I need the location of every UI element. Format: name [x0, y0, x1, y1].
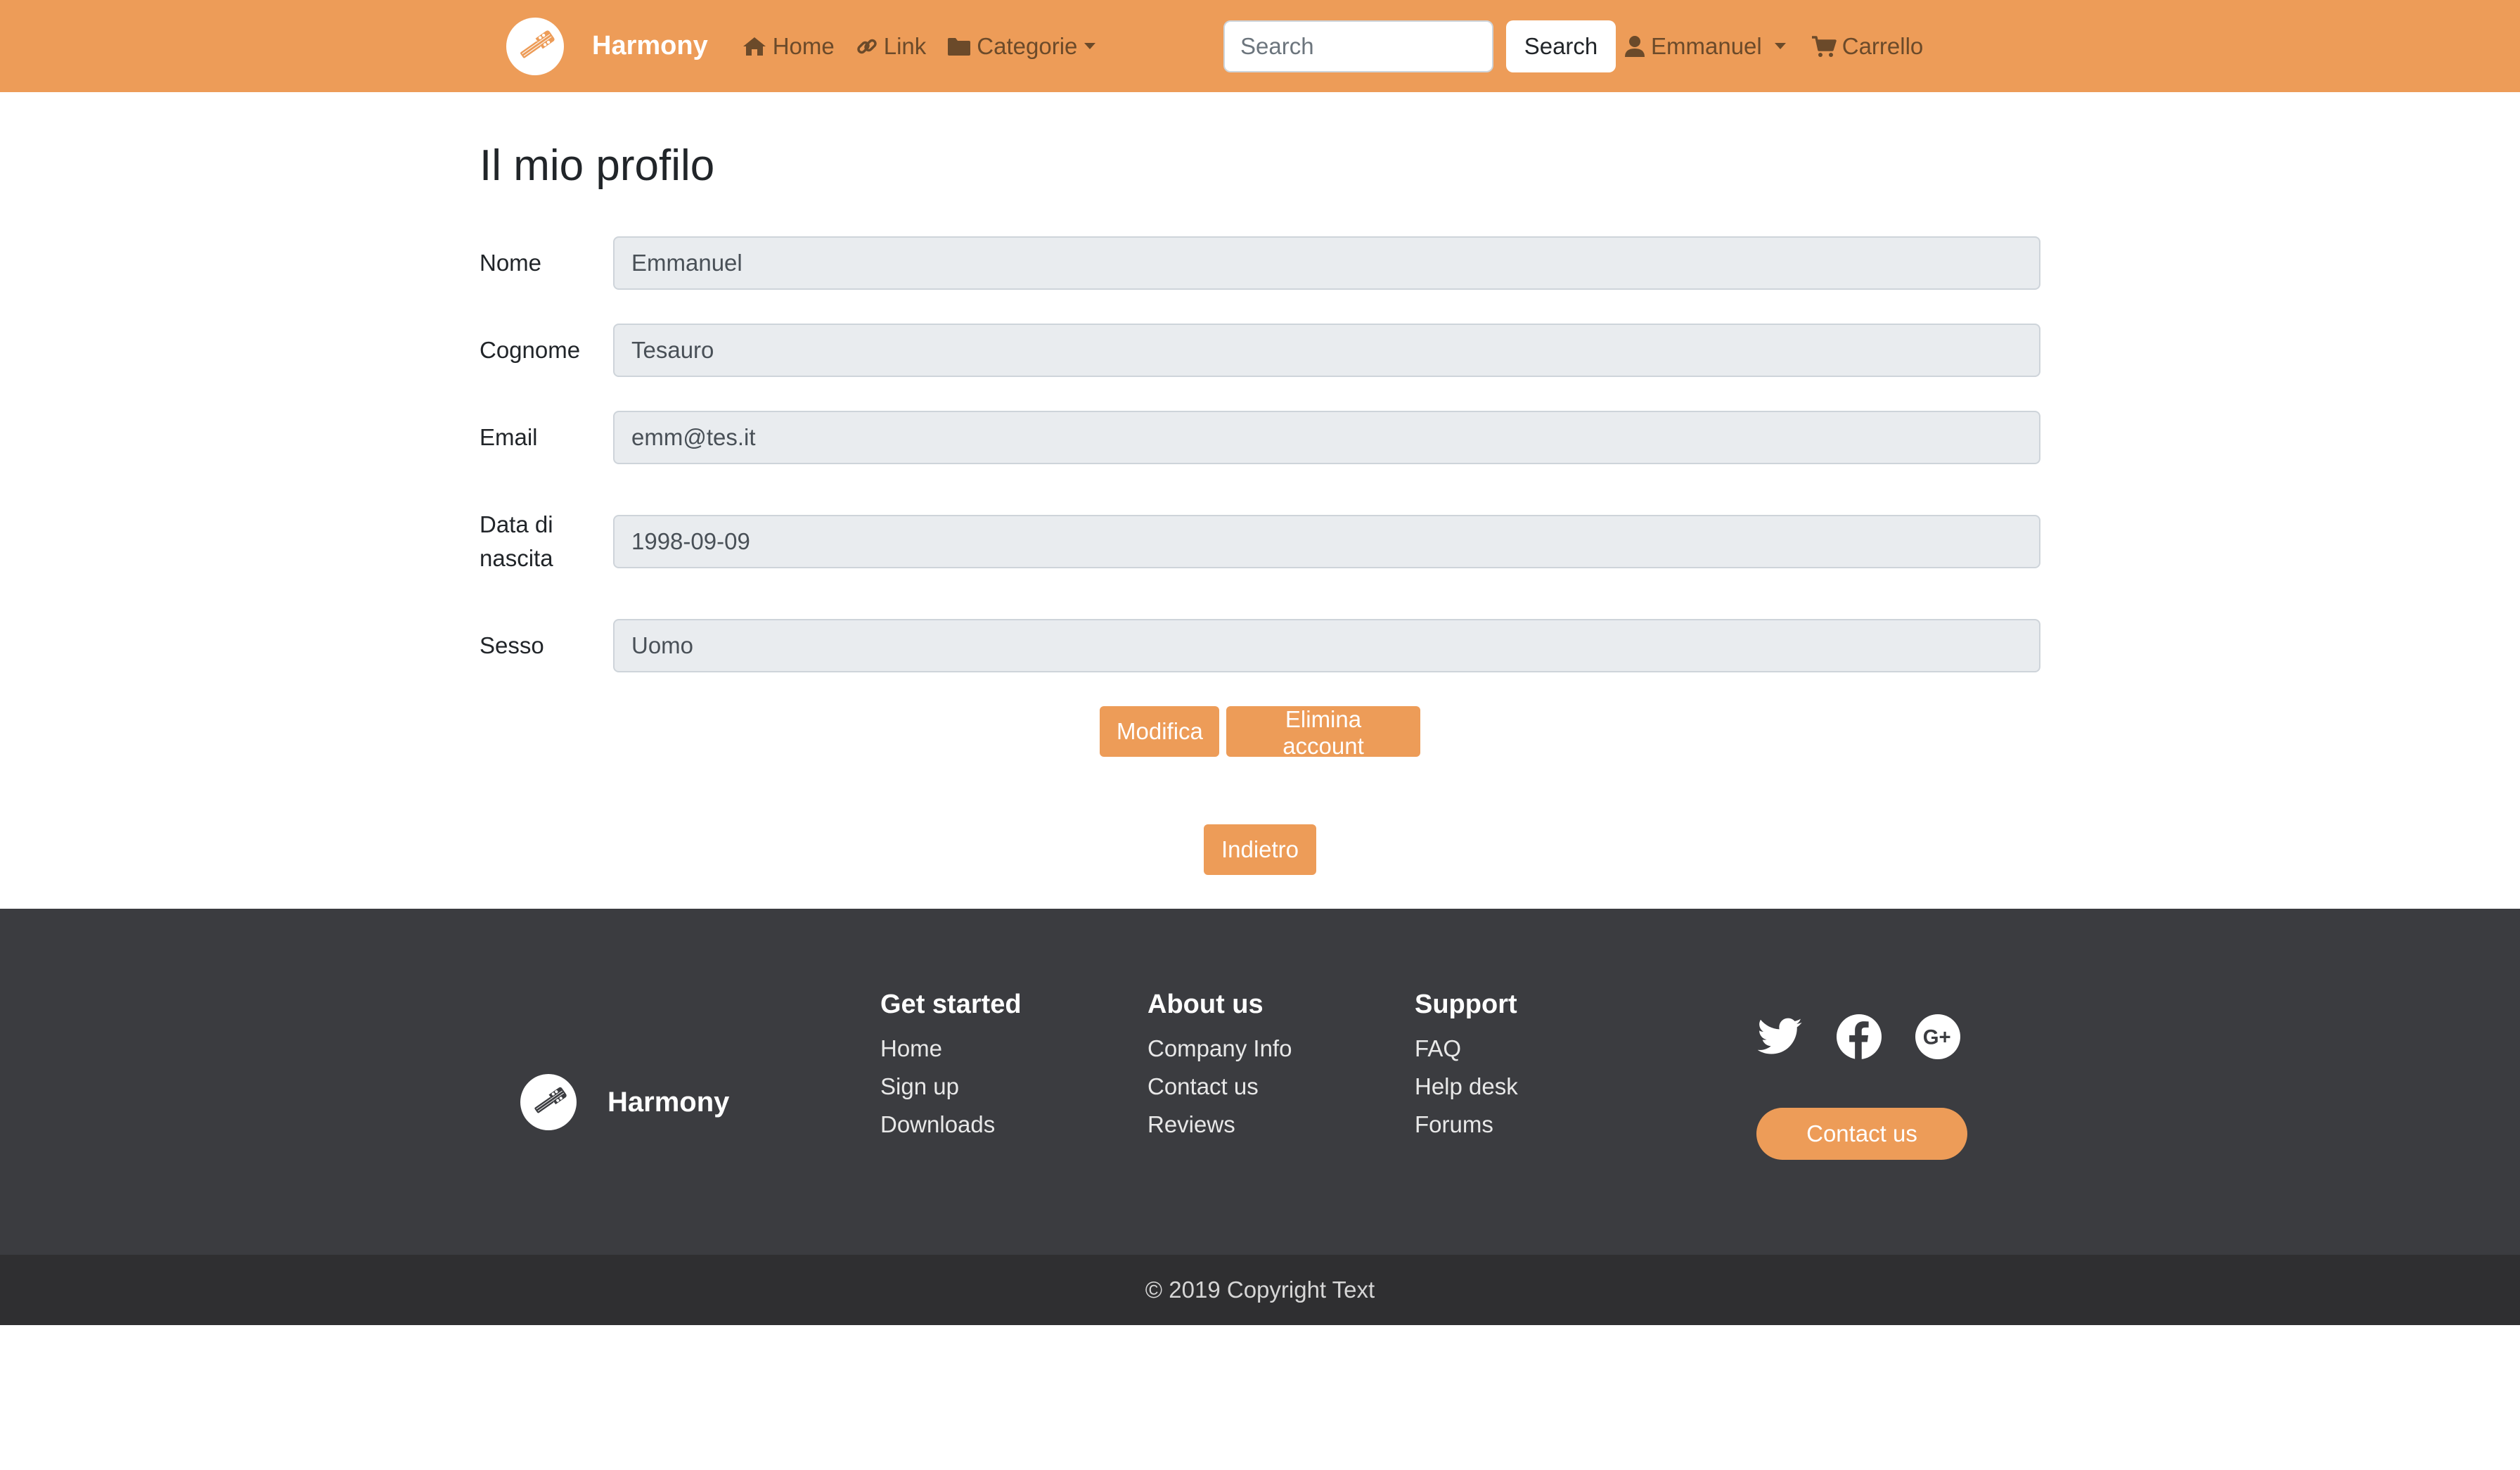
cart-link[interactable]: Carrello: [1811, 32, 1924, 60]
brand-name[interactable]: Harmony: [592, 31, 708, 61]
contact-us-button[interactable]: Contact us: [1756, 1108, 1967, 1160]
nome-label: Nome: [480, 250, 542, 276]
home-icon: [742, 37, 766, 56]
nav-link-link[interactable]: Link: [856, 32, 927, 60]
sesso-label: Sesso: [480, 632, 544, 658]
user-icon: [1625, 35, 1645, 57]
data-nascita-field[interactable]: [613, 515, 2040, 568]
copyright-bar: © 2019 Copyright Text: [0, 1255, 2520, 1325]
twitter-icon[interactable]: [1758, 1017, 1803, 1056]
footer-link-sign-up[interactable]: Sign up: [880, 1068, 1022, 1106]
footer-col-support: Support FAQ Help desk Forums: [1415, 990, 1518, 1144]
footer-col-title: Get started: [880, 990, 1022, 1019]
google-plus-icon[interactable]: G+: [1915, 1014, 1960, 1059]
footer-link-company-info[interactable]: Company Info: [1148, 1030, 1292, 1068]
shopping-cart-icon: [1811, 35, 1837, 57]
top-navbar: Harmony Home Link Categorie Search Searc…: [0, 0, 2520, 92]
cognome-field[interactable]: [613, 324, 2040, 377]
footer-col-title: About us: [1148, 990, 1264, 1019]
navbar-right: Emmanuel Carrello: [1624, 0, 1944, 92]
footer-col-get-started: Get started Home Sign up Downloads: [880, 990, 1022, 1144]
edit-button[interactable]: Modifica: [1100, 706, 1219, 757]
footer-link-downloads[interactable]: Downloads: [880, 1106, 1022, 1144]
back-button[interactable]: Indietro: [1204, 824, 1316, 875]
delete-account-button[interactable]: Elimina account: [1226, 706, 1420, 759]
svg-text:G+: G+: [1923, 1026, 1951, 1049]
footer-brand: Harmony: [520, 1074, 729, 1130]
search-input[interactable]: [1223, 20, 1493, 72]
page-title: Il mio profilo: [480, 141, 715, 190]
footer-link-reviews[interactable]: Reviews: [1148, 1106, 1292, 1144]
footer-link-forums[interactable]: Forums: [1415, 1106, 1518, 1144]
footer-brand-name: Harmony: [608, 1086, 730, 1118]
footer-link-contact-us[interactable]: Contact us: [1148, 1068, 1292, 1106]
nav-home-label: Home: [772, 32, 835, 59]
footer: Harmony Get started Home Sign up Downloa…: [0, 909, 2520, 1255]
data-nascita-label: Data di nascita: [480, 511, 553, 571]
facebook-icon[interactable]: [1837, 1014, 1882, 1059]
sesso-field[interactable]: [613, 619, 2040, 672]
link-icon: [857, 39, 877, 53]
copyright-text: © 2019 Copyright Text: [1145, 1277, 1375, 1303]
chevron-down-icon: [1084, 43, 1096, 49]
search-form: Search: [1223, 20, 1616, 72]
cart-label: Carrello: [1841, 32, 1924, 59]
email-field[interactable]: [613, 411, 2040, 464]
guitar-logo-icon[interactable]: [506, 17, 564, 75]
user-menu-dropdown[interactable]: Emmanuel: [1624, 33, 1786, 60]
search-button[interactable]: Search: [1506, 20, 1616, 72]
footer-link-help-desk[interactable]: Help desk: [1415, 1068, 1518, 1106]
footer-col-title: Support: [1415, 990, 1517, 1019]
social-icons: G+: [1758, 1014, 1960, 1059]
footer-col-about: About us Company Info Contact us Reviews: [1148, 990, 1292, 1144]
nav-categories-label: Categorie: [977, 32, 1078, 59]
cognome-label: Cognome: [480, 337, 581, 363]
nav-link-label: Link: [883, 32, 927, 59]
nome-field[interactable]: [613, 236, 2040, 290]
email-label: Email: [480, 424, 538, 450]
chevron-down-icon: [1774, 43, 1786, 49]
guitar-logo-icon[interactable]: [520, 1074, 577, 1130]
nav-categories-dropdown[interactable]: Categorie: [947, 32, 1096, 60]
navbar-left: Harmony Home Link Categorie: [506, 0, 1117, 92]
folder-icon: [948, 37, 971, 56]
footer-link-home[interactable]: Home: [880, 1030, 1022, 1068]
footer-link-faq[interactable]: FAQ: [1415, 1030, 1518, 1068]
nav-home-link[interactable]: Home: [742, 33, 835, 60]
user-name: Emmanuel: [1651, 32, 1762, 59]
